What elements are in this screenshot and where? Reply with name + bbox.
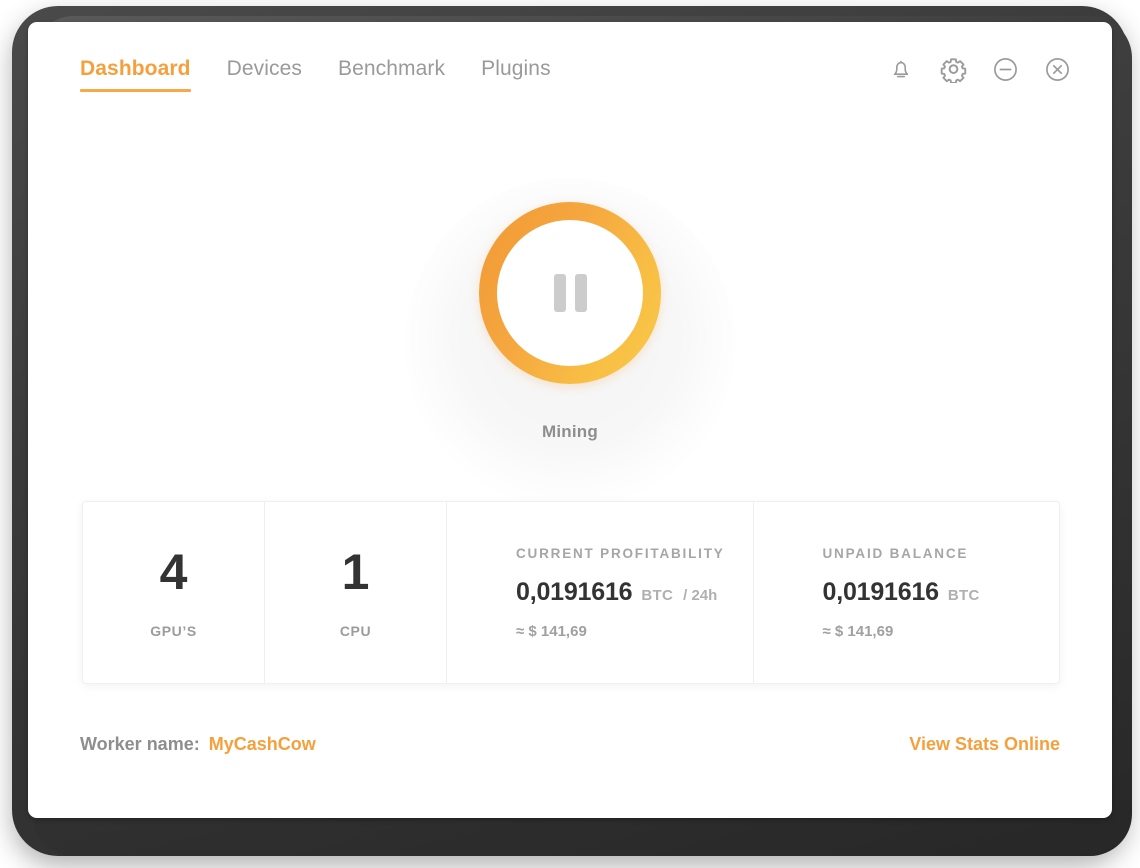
notifications-icon[interactable]	[886, 54, 916, 84]
worker-name-label: Worker name:	[80, 733, 200, 754]
stat-card-gpus: 4 GPU’S	[83, 502, 265, 683]
unpaid-balance-amount: 0,0191616	[822, 577, 940, 606]
window-controls	[886, 54, 1072, 84]
unpaid-balance-unit: BTC	[947, 586, 980, 604]
stats-panel: 4 GPU’S 1 CPU CURRENT PROFITABILITY 0,01…	[82, 501, 1060, 684]
mining-toggle-button[interactable]	[479, 202, 661, 384]
unpaid-balance-fiat: ≈ $ 141,69	[822, 622, 894, 640]
current-profitability-main: 0,0191616 BTC / 24h	[516, 578, 717, 607]
nav-tab-benchmark[interactable]: Benchmark	[338, 58, 445, 92]
main-navigation: Dashboard Devices Benchmark Plugins	[80, 58, 587, 92]
cpu-count-value: 1	[341, 543, 370, 600]
cpu-count-label: CPU	[339, 622, 372, 639]
worker-name: Worker name: MyCashCow	[80, 734, 316, 755]
current-profitability-unit: BTC	[641, 586, 674, 604]
worker-name-value[interactable]: MyCashCow	[209, 734, 316, 754]
mining-hero-section: Mining	[28, 126, 1112, 508]
gpu-count-label: GPU’S	[150, 622, 197, 639]
nav-tab-dashboard[interactable]: Dashboard	[80, 58, 191, 92]
unpaid-balance-title: UNPAID BALANCE	[822, 545, 969, 561]
current-profitability-title: CURRENT PROFITABILITY	[516, 545, 725, 561]
pause-bar-left	[553, 274, 566, 312]
minimize-icon[interactable]	[990, 54, 1020, 84]
gpu-count-value: 4	[159, 543, 188, 600]
stat-card-current-profitability: CURRENT PROFITABILITY 0,0191616 BTC / 24…	[447, 502, 754, 683]
view-stats-online-link[interactable]: View Stats Online	[909, 734, 1060, 755]
unpaid-balance-main: 0,0191616 BTC	[823, 578, 990, 607]
pause-icon	[497, 220, 643, 366]
app-window: Dashboard Devices Benchmark Plugins Mini…	[28, 22, 1112, 818]
app-footer: Worker name: MyCashCow View Stats Online	[28, 696, 1112, 818]
current-profitability-fiat: ≈ $ 141,69	[516, 622, 587, 640]
pause-bar-right	[574, 274, 587, 312]
app-header: Dashboard Devices Benchmark Plugins	[28, 22, 1112, 126]
mining-status-label: Mining	[542, 422, 598, 441]
nav-tab-plugins[interactable]: Plugins	[481, 58, 551, 92]
current-profitability-amount: 0,0191616	[516, 577, 633, 606]
stat-card-unpaid-balance: UNPAID BALANCE 0,0191616 BTC ≈ $ 141,69	[754, 502, 1060, 683]
stat-card-cpu: 1 CPU	[265, 502, 447, 683]
close-icon[interactable]	[1042, 54, 1072, 84]
nav-tab-devices[interactable]: Devices	[227, 58, 302, 92]
current-profitability-period: / 24h	[683, 586, 718, 604]
settings-gear-icon[interactable]	[938, 54, 968, 84]
